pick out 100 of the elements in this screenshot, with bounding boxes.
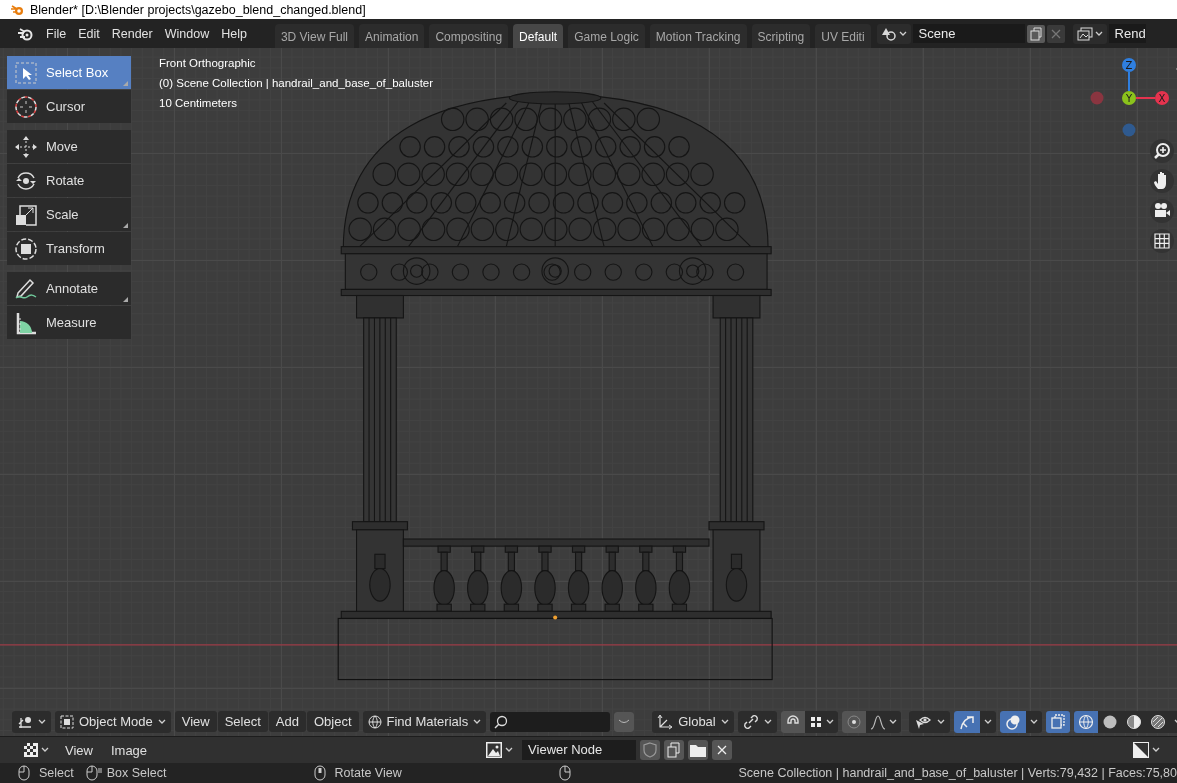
close-icon[interactable] xyxy=(712,740,733,760)
overlays-toggle[interactable] xyxy=(999,710,1026,733)
folder-icon[interactable] xyxy=(688,740,709,760)
status-hint-text: Box Select xyxy=(106,766,167,780)
channels-icon xyxy=(1132,741,1150,759)
tool-button[interactable]: Cursor xyxy=(7,90,131,123)
axis-handle[interactable]: X xyxy=(1154,91,1169,105)
scene-name-field[interactable]: Scene xyxy=(912,24,1025,43)
viewport-info-text: (0) Scene Collection | handrail_and_base_of_baluster xyxy=(159,76,434,91)
workspace-tab[interactable]: Scripting xyxy=(751,24,811,48)
caret-icon xyxy=(1029,718,1038,725)
image-editor-icon xyxy=(23,742,39,758)
workspace-tab[interactable]: Default xyxy=(513,24,564,48)
menu-item[interactable]: View xyxy=(174,711,217,732)
gizmo-arrows-icon xyxy=(957,713,976,730)
snap-toggle[interactable] xyxy=(780,710,805,733)
gizmo-toggle[interactable] xyxy=(953,710,980,733)
axis-handle[interactable] xyxy=(1090,91,1104,105)
orientation-dropdown[interactable]: Global xyxy=(652,710,734,733)
caret-icon xyxy=(38,718,46,725)
visibility-dropdown[interactable] xyxy=(908,710,950,733)
tool-button[interactable]: Annotate xyxy=(7,272,131,305)
caret-icon xyxy=(1094,30,1103,37)
menu-item[interactable]: Edit xyxy=(72,26,106,41)
shield-icon[interactable] xyxy=(640,740,661,760)
menu-item[interactable]: Select xyxy=(217,711,268,732)
material-sphere-icon xyxy=(1125,713,1142,730)
scale-tool-icon xyxy=(14,202,38,227)
image-name-field[interactable]: Viewer Node xyxy=(522,740,637,760)
view-layer-browse-button[interactable] xyxy=(1072,23,1107,44)
axis-handle[interactable]: Y xyxy=(1121,91,1136,105)
origin-point xyxy=(553,615,558,620)
proportional-editing-toggle[interactable] xyxy=(841,710,866,733)
shading-mode-button[interactable] xyxy=(1073,710,1098,733)
zoom-icon[interactable] xyxy=(1149,139,1174,163)
layers-icon xyxy=(1076,26,1093,41)
caret-icon xyxy=(157,718,166,725)
menu-item[interactable]: Window xyxy=(158,26,216,41)
xray-icon xyxy=(1049,713,1066,730)
globe-icon xyxy=(367,714,382,729)
copy-icon[interactable] xyxy=(664,740,685,760)
workspace-tab[interactable]: Animation xyxy=(359,24,425,48)
object-mode-icon xyxy=(60,714,74,729)
workspace-tab[interactable]: 3D View Full xyxy=(274,24,355,48)
axis-handle[interactable]: Z xyxy=(1121,58,1136,72)
rendered-sphere-icon xyxy=(1149,713,1166,730)
pivot-dropdown[interactable] xyxy=(737,710,777,733)
tool-button[interactable]: Scale xyxy=(7,198,131,231)
tool-button[interactable]: Measure xyxy=(7,306,131,339)
workspace-tab[interactable]: Game Logic xyxy=(568,24,645,48)
menu-item[interactable]: Image xyxy=(103,739,155,761)
camera-icon[interactable] xyxy=(1149,199,1174,223)
workspace-tab[interactable]: Motion Tracking xyxy=(649,24,747,48)
link-icon xyxy=(742,713,759,730)
material-search-dropdown[interactable]: Find Materials xyxy=(362,710,487,733)
blender-logo-icon xyxy=(10,3,24,16)
caret-icon xyxy=(763,718,772,725)
workspace-tab[interactable]: Compositing xyxy=(429,24,509,48)
menu-item[interactable]: Render xyxy=(105,26,159,41)
caret-icon xyxy=(936,718,945,725)
xray-toggle[interactable] xyxy=(1045,710,1070,733)
measure-tool-icon xyxy=(14,310,38,335)
caret-icon xyxy=(1152,747,1160,753)
axis-handle[interactable] xyxy=(1122,123,1136,137)
scene-statistics-text: Scene Collection | handrail_and_base_of_baluster | Verts:79,432 | Faces:75,80 xyxy=(738,766,1177,780)
caret-icon xyxy=(41,747,49,753)
hand-icon[interactable] xyxy=(1149,169,1174,193)
menu-item[interactable]: Object xyxy=(306,711,359,732)
grid-icon[interactable] xyxy=(1149,229,1174,253)
status-hint-text: Rotate View xyxy=(334,766,402,780)
workspace-tab[interactable]: UV Editi xyxy=(815,24,871,48)
tool-button[interactable]: Select Box xyxy=(7,56,131,89)
menu-item[interactable]: Help xyxy=(215,26,253,41)
axis-line xyxy=(1134,97,1156,99)
scene-browse-button[interactable] xyxy=(876,23,911,44)
caret-icon xyxy=(825,718,834,725)
mouse-icon xyxy=(85,765,102,781)
mode-dropdown[interactable]: Object Mode xyxy=(55,710,171,733)
blender-logo-icon[interactable] xyxy=(17,26,33,41)
orientation-icon xyxy=(657,713,674,730)
caret-icon xyxy=(898,30,907,37)
caret-icon xyxy=(888,718,897,725)
menu-item[interactable]: Add xyxy=(268,711,306,732)
falloff-curve-icon xyxy=(869,713,886,730)
overlays-icon xyxy=(1003,713,1022,730)
tool-button[interactable]: Rotate xyxy=(7,164,131,197)
select-tool-icon xyxy=(14,60,38,85)
move-tool-icon xyxy=(14,134,38,159)
search-field[interactable] xyxy=(490,711,611,732)
view-layer-field[interactable]: Rend xyxy=(1108,24,1146,43)
caret-icon xyxy=(473,718,482,725)
tool-button[interactable]: Move xyxy=(7,130,131,163)
tool-button[interactable]: Transform xyxy=(7,232,131,265)
collapse-icon[interactable] xyxy=(614,711,635,732)
editor-type-button[interactable] xyxy=(12,710,51,733)
menu-item[interactable]: View xyxy=(58,739,100,761)
menu-item[interactable]: File xyxy=(40,26,73,41)
copy-icon[interactable] xyxy=(1026,24,1045,43)
caret-icon xyxy=(720,718,729,725)
status-hint-text: Select xyxy=(39,766,74,780)
